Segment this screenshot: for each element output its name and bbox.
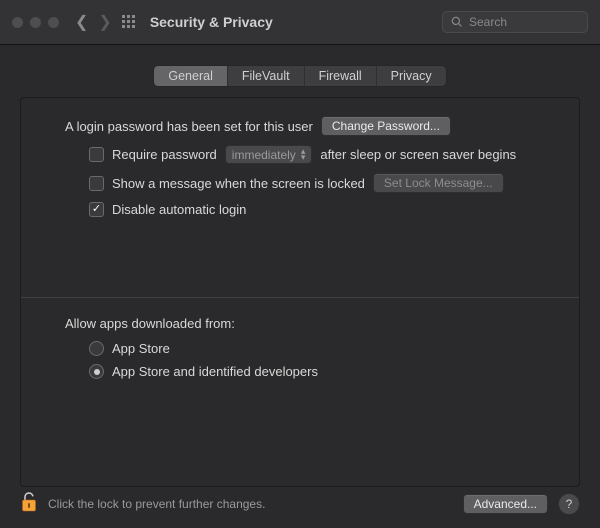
allow-apps-identified-radio[interactable] bbox=[89, 364, 104, 379]
require-password-label-pre: Require password bbox=[112, 147, 217, 162]
back-button[interactable]: ❮ bbox=[75, 12, 88, 32]
window-toolbar: ❮ ❯ Security & Privacy Search bbox=[0, 0, 600, 45]
tab-filevault[interactable]: FileVault bbox=[228, 66, 305, 86]
allow-apps-heading: Allow apps downloaded from: bbox=[65, 316, 555, 331]
window-title: Security & Privacy bbox=[150, 14, 273, 30]
disable-auto-login-checkbox[interactable] bbox=[89, 202, 104, 217]
search-field[interactable]: Search bbox=[442, 11, 588, 33]
window-traffic-lights bbox=[12, 17, 59, 28]
close-window-dot[interactable] bbox=[12, 17, 23, 28]
zoom-window-dot[interactable] bbox=[48, 17, 59, 28]
panel-divider bbox=[21, 297, 579, 298]
set-lock-message-button[interactable]: Set Lock Message... bbox=[373, 173, 504, 193]
allow-apps-app-store-radio[interactable] bbox=[89, 341, 104, 356]
tab-privacy[interactable]: Privacy bbox=[377, 66, 446, 86]
tab-bar: General FileVault Firewall Privacy bbox=[153, 65, 446, 87]
search-placeholder: Search bbox=[469, 15, 507, 29]
allow-apps-identified-label: App Store and identified developers bbox=[112, 364, 318, 379]
lock-icon[interactable] bbox=[20, 491, 38, 516]
search-icon bbox=[451, 16, 463, 28]
settings-panel: A login password has been set for this u… bbox=[20, 97, 580, 487]
forward-button[interactable]: ❯ bbox=[98, 12, 111, 32]
tab-general[interactable]: General bbox=[154, 66, 227, 86]
disable-auto-login-label: Disable automatic login bbox=[112, 202, 246, 217]
all-preferences-icon[interactable] bbox=[122, 15, 136, 29]
stepper-icon bbox=[301, 147, 306, 162]
require-password-checkbox[interactable] bbox=[89, 147, 104, 162]
login-password-set-label: A login password has been set for this u… bbox=[65, 119, 313, 134]
lock-hint-text: Click the lock to prevent further change… bbox=[48, 497, 265, 511]
tab-firewall[interactable]: Firewall bbox=[305, 66, 377, 86]
require-password-label-post: after sleep or screen saver begins bbox=[320, 147, 516, 162]
nav-buttons: ❮ ❯ bbox=[75, 12, 112, 32]
require-password-delay-value: immediately bbox=[232, 148, 296, 162]
minimize-window-dot[interactable] bbox=[30, 17, 41, 28]
footer-bar: Click the lock to prevent further change… bbox=[0, 481, 600, 528]
show-lock-message-label: Show a message when the screen is locked bbox=[112, 176, 365, 191]
change-password-button[interactable]: Change Password... bbox=[321, 116, 451, 136]
advanced-button[interactable]: Advanced... bbox=[463, 494, 548, 514]
allow-apps-app-store-label: App Store bbox=[112, 341, 170, 356]
help-button[interactable]: ? bbox=[558, 493, 580, 515]
show-lock-message-checkbox[interactable] bbox=[89, 176, 104, 191]
require-password-delay-select[interactable]: immediately bbox=[225, 145, 313, 164]
